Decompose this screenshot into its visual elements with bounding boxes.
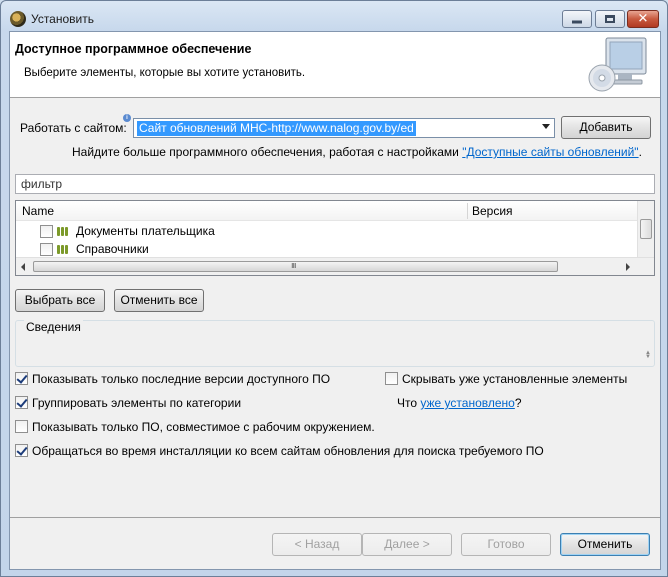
row-label: Документы плательщика: [76, 224, 215, 238]
site-combo-value: Сайт обновлений МНС-http://www.nalog.gov…: [137, 121, 416, 136]
tree-row[interactable]: Документы плательщика: [16, 222, 638, 240]
already-installed-link[interactable]: уже установлено: [420, 396, 514, 410]
deselect-all-button[interactable]: Отменить все: [114, 289, 204, 312]
info-icon: i: [123, 114, 131, 122]
scroll-right-icon[interactable]: [626, 263, 630, 271]
select-all-button[interactable]: Выбрать все: [15, 289, 105, 312]
row-label: Справочники: [76, 242, 149, 256]
dialog-body: Доступное программное обеспечение Выбери…: [9, 31, 661, 570]
tree-row[interactable]: Справочники: [16, 240, 638, 258]
maximize-button[interactable]: [595, 10, 625, 28]
row-checkbox[interactable]: [40, 225, 53, 238]
close-icon: ✕: [637, 11, 649, 27]
more-software-text: Найдите больше программного обеспечения,…: [72, 145, 459, 159]
compatible-only-label: Показывать только ПО, совместимое с рабо…: [32, 420, 375, 434]
horizontal-scroll-thumb[interactable]: ııı: [33, 260, 558, 272]
window-title: Установить: [31, 12, 94, 26]
cancel-button[interactable]: Отменить: [560, 533, 650, 556]
contact-all-sites-checkbox[interactable]: [15, 444, 28, 457]
back-button[interactable]: < Назад: [272, 533, 362, 556]
compatible-only-checkbox[interactable]: [15, 420, 28, 433]
category-icon: [57, 245, 71, 254]
column-name[interactable]: Name: [22, 204, 54, 218]
grip-icon: ııı: [291, 260, 296, 270]
hide-installed-checkbox[interactable]: [385, 372, 398, 385]
already-installed-hint: Что уже установлено?: [397, 396, 522, 410]
group-by-category-label: Группировать элементы по категории: [32, 396, 242, 410]
minimize-icon: [572, 20, 582, 24]
column-divider: [467, 203, 468, 219]
compatible-only-option[interactable]: Показывать только ПО, совместимое с рабо…: [15, 419, 395, 435]
site-label: Работать с сайтом:: [20, 121, 127, 135]
details-scroll-icon[interactable]: ▲ ▼: [645, 350, 651, 360]
already-installed-prefix: Что: [397, 396, 418, 410]
hide-installed-label: Скрывать уже установленные элементы: [402, 372, 628, 386]
group-by-category-checkbox[interactable]: [15, 396, 28, 409]
tree-vertical-scrollbar[interactable]: [637, 201, 654, 257]
vertical-scroll-thumb[interactable]: [640, 219, 652, 239]
category-icon: [57, 227, 71, 236]
latest-versions-option[interactable]: Показывать только последние версии досту…: [15, 371, 355, 387]
available-sites-link[interactable]: "Доступные сайты обновлений": [462, 145, 638, 159]
monitor-cd-icon: [588, 37, 647, 92]
footer-separator: [10, 517, 660, 518]
minimize-button[interactable]: [562, 10, 592, 28]
filter-placeholder: фильтр: [21, 177, 63, 191]
tree-header: Name Версия: [16, 201, 638, 221]
more-software-hint: Найдите больше программного обеспечения,…: [72, 145, 642, 159]
dialog-window: Установить ✕ Доступное программное обесп…: [0, 0, 668, 577]
contact-all-sites-label: Обращаться во время инсталляции ко всем …: [32, 444, 544, 458]
app-icon: [10, 11, 26, 27]
details-group: Сведения ▲ ▼: [15, 320, 655, 367]
filter-input[interactable]: фильтр: [15, 174, 655, 194]
row-checkbox[interactable]: [40, 243, 53, 256]
more-software-suffix: .: [638, 145, 642, 159]
already-installed-suffix: ?: [514, 396, 522, 410]
chevron-down-icon[interactable]: [542, 124, 550, 129]
group-by-category-option[interactable]: Группировать элементы по категории: [15, 395, 275, 411]
page-title: Доступное программное обеспечение: [15, 42, 252, 56]
add-site-button[interactable]: Добавить: [561, 116, 651, 139]
hide-installed-option[interactable]: Скрывать уже установленные элементы: [385, 371, 650, 387]
software-tree: Name Версия Документы плательщика Справо…: [15, 200, 655, 276]
details-title: Сведения: [24, 320, 83, 334]
close-button[interactable]: ✕: [627, 10, 659, 28]
maximize-icon: [605, 15, 615, 23]
next-button[interactable]: Далее >: [362, 533, 452, 556]
latest-versions-checkbox[interactable]: [15, 372, 28, 385]
contact-all-sites-option[interactable]: Обращаться во время инсталляции ко всем …: [15, 443, 575, 459]
site-combo[interactable]: Сайт обновлений МНС-http://www.nalog.gov…: [133, 118, 555, 138]
column-version[interactable]: Версия: [472, 204, 513, 218]
scroll-left-icon[interactable]: [21, 263, 25, 271]
tree-horizontal-scrollbar[interactable]: ııı: [16, 257, 654, 275]
wizard-banner: Доступное программное обеспечение Выбери…: [10, 32, 660, 98]
latest-versions-label: Показывать только последние версии досту…: [32, 372, 331, 386]
finish-button[interactable]: Готово: [461, 533, 551, 556]
page-description: Выберите элементы, которые вы хотите уст…: [24, 67, 306, 79]
